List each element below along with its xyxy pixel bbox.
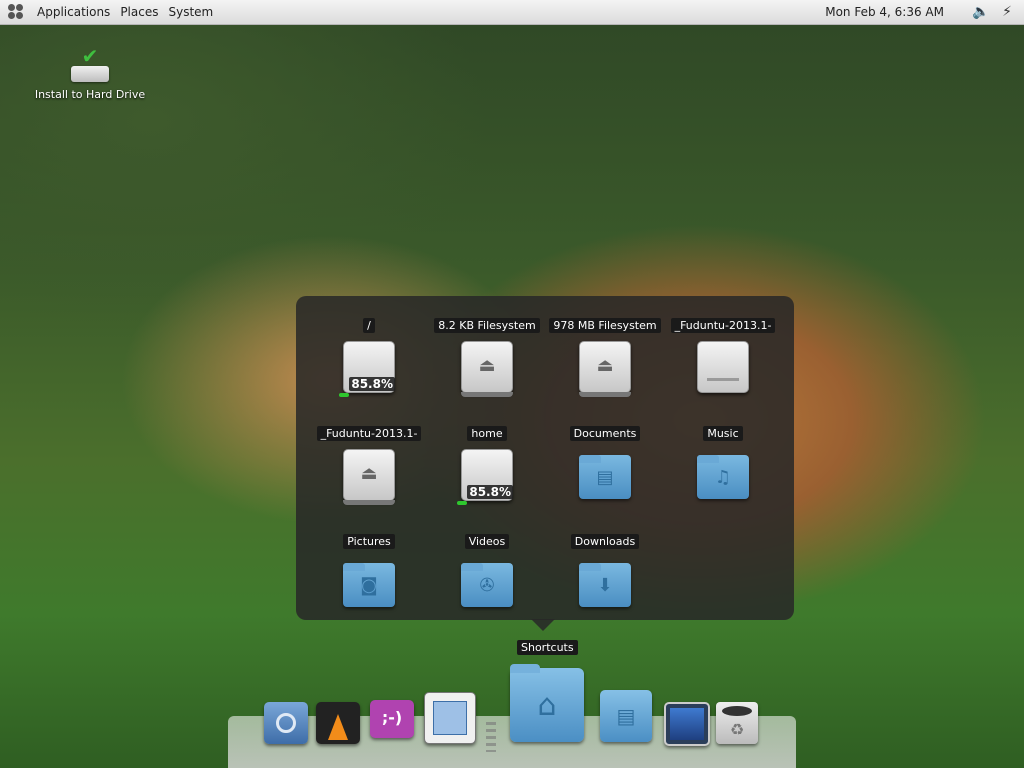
top-panel: Applications Places System Mon Feb 4, 6:… — [0, 0, 1024, 25]
stack-item-fuduntu-removable[interactable]: _Fuduntu-2013.1- ⏏ — [310, 426, 428, 505]
stack-item-label: home — [467, 426, 507, 441]
stack-item-8kb-filesystem[interactable]: 8.2 KB Filesystem ⏏ — [428, 318, 546, 397]
vlc-icon[interactable] — [316, 702, 360, 744]
stack-item-label: 8.2 KB Filesystem — [434, 318, 540, 333]
pidgin-icon[interactable]: ;-) — [370, 700, 414, 738]
folder-icon: ▤ — [579, 449, 631, 501]
menu-applications[interactable]: Applications — [32, 5, 115, 19]
stack-item-978mb-filesystem[interactable]: 978 MB Filesystem ⏏ — [546, 318, 664, 397]
shortcuts-stack-popup: / 85.8% 8.2 KB Filesystem ⏏ 978 MB Files… — [296, 296, 794, 620]
trash-icon[interactable]: ♻ — [716, 702, 758, 744]
stack-item-home[interactable]: home 85.8% — [428, 426, 546, 505]
stack-item-label: _Fuduntu-2013.1- — [316, 426, 422, 441]
stack-item-documents[interactable]: Documents ▤ — [546, 426, 664, 501]
hard-disk-icon — [697, 341, 749, 393]
removable-drive-icon: ⏏ — [461, 341, 513, 397]
stack-item-label: Downloads — [570, 534, 640, 549]
drive-icon: 85.8% — [339, 341, 395, 397]
drive-icon: 85.8% — [457, 449, 513, 505]
folder-icon: ⬇ — [579, 557, 631, 609]
stack-item-label: 978 MB Filesystem — [549, 318, 661, 333]
screenshot-tool-icon[interactable] — [664, 702, 710, 746]
home-folder-icon[interactable]: ⌂ — [510, 664, 584, 742]
chromium-icon[interactable] — [264, 702, 308, 744]
stack-item-pictures[interactable]: Pictures ◙ — [310, 534, 428, 609]
dock-separator — [486, 722, 496, 752]
folder-icon: ◙ — [343, 557, 395, 609]
stack-item-label: / — [363, 318, 375, 333]
folder-icon: ✇ — [461, 557, 513, 609]
camera-icon: ◙ — [360, 575, 378, 596]
stack-item-root[interactable]: / 85.8% — [310, 318, 428, 397]
download-arrow-icon: ⬇ — [597, 575, 613, 596]
menu-places[interactable]: Places — [115, 5, 163, 19]
stack-item-label: Pictures — [343, 534, 395, 549]
volume-icon[interactable]: 🔈 — [972, 3, 990, 21]
stack-item-videos[interactable]: Videos ✇ — [428, 534, 546, 609]
removable-drive-icon: ⏏ — [343, 449, 395, 505]
network-icon[interactable]: ⚡ — [998, 3, 1016, 21]
desktop-icon-label: Install to Hard Drive — [34, 88, 146, 101]
document-icon: ▤ — [596, 467, 614, 488]
stack-item-label: _Fuduntu-2013.1- — [670, 318, 776, 333]
documents-folder-icon[interactable]: ▤ — [600, 690, 652, 742]
stack-item-label: Music — [703, 426, 743, 441]
install-drive-icon: ✔ — [69, 46, 111, 82]
music-note-icon: ♫ — [714, 467, 732, 488]
libreoffice-impress-icon[interactable] — [424, 692, 476, 744]
stack-title: Shortcuts — [517, 640, 578, 655]
stack-item-label: Documents — [569, 426, 641, 441]
stack-item-label: Videos — [464, 534, 510, 549]
menu-system[interactable]: System — [163, 5, 218, 19]
clock[interactable]: Mon Feb 4, 6:36 AM — [825, 5, 944, 19]
film-reel-icon: ✇ — [479, 575, 495, 596]
usage-percent: 85.8% — [349, 377, 395, 391]
removable-drive-icon: ⏏ — [579, 341, 631, 397]
folder-icon: ♫ — [697, 449, 749, 501]
stack-pointer — [531, 619, 555, 631]
desktop-icon-install[interactable]: ✔ Install to Hard Drive — [30, 46, 150, 101]
distro-logo-icon[interactable] — [8, 4, 24, 20]
stack-item-music[interactable]: Music ♫ — [664, 426, 782, 501]
stack-item-downloads[interactable]: Downloads ⬇ — [546, 534, 664, 609]
stack-item-fuduntu-hdd[interactable]: _Fuduntu-2013.1- — [664, 318, 782, 393]
usage-percent: 85.8% — [467, 485, 513, 499]
